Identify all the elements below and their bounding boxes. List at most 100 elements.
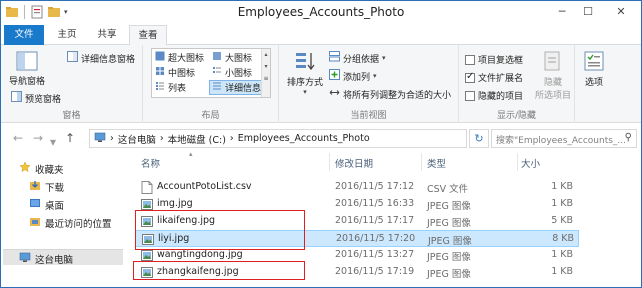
fit-columns-icon: [329, 87, 340, 101]
tab-file[interactable]: 文件: [4, 25, 44, 45]
hidden-items-toggle[interactable]: 隐藏的项目: [465, 89, 523, 102]
search-input[interactable]: 搜索"Employees_Accounts_... ⚲: [491, 129, 637, 148]
column-name[interactable]: 名称: [141, 156, 160, 170]
refresh-button[interactable]: ↻: [469, 129, 489, 148]
window-title: Employees_Accounts_Photo: [237, 5, 405, 19]
tab-view[interactable]: 查看: [129, 25, 167, 46]
sort-by-button[interactable]: 排序方式 ▾: [283, 49, 327, 96]
minimize-button[interactable]: ─: [549, 1, 575, 21]
nav-item-recent[interactable]: 最近访问的位置: [29, 215, 112, 230]
layout-gallery-scrollbar[interactable]: ▴ ▾ ≡: [261, 49, 270, 97]
column-date[interactable]: 修改日期: [335, 156, 373, 170]
table-row[interactable]: AccountPotoList.csv 2016/11/5 17:12 CSV …: [135, 179, 579, 196]
item-checkboxes-toggle[interactable]: 项目复选框: [465, 53, 523, 66]
file-size: 1 KB: [551, 181, 573, 192]
star-icon: [19, 161, 31, 176]
hide-button-label: 隐藏: [543, 78, 562, 88]
file-date: 2016/11/5 13:27: [335, 249, 415, 260]
up-button[interactable]: ↑: [65, 131, 75, 145]
sort-icon: [293, 49, 317, 73]
item-checkboxes-checkbox[interactable]: [465, 54, 475, 65]
ribbon: 导航窗格 预览窗格 详细信息窗格 窗格 布局 超大图标 大图标 中图标 小图标 …: [1, 45, 641, 123]
item-checkboxes-label: 项目复选框: [478, 56, 524, 66]
sort-by-label: 排序方式: [286, 78, 323, 88]
small-icons-icon: [212, 66, 222, 79]
layout-item-label: 详细信息: [225, 84, 262, 94]
nav-item-desktop[interactable]: 桌面: [29, 197, 64, 212]
fit-columns-label: 将所有列调整为合适的大小: [343, 90, 452, 101]
preview-pane-button[interactable]: 预览窗格: [11, 91, 61, 105]
recent-locations-chevron-icon[interactable]: ▾: [50, 135, 56, 149]
group-by-button[interactable]: 分组依据 ▾: [329, 51, 386, 65]
layout-details[interactable]: 详细信息: [209, 80, 265, 95]
file-list: ▴ 名称 修改日期 类型 大小 AccountPotoList.csv 2016…: [129, 150, 641, 287]
hidden-items-checkbox[interactable]: [465, 90, 475, 101]
options-icon: [582, 49, 606, 73]
options-button[interactable]: 选项: [579, 49, 609, 88]
highlight-box: [133, 261, 305, 280]
layout-large-icons[interactable]: 大图标: [212, 51, 252, 64]
layout-extra-large-icons[interactable]: 超大图标: [155, 51, 204, 64]
add-column-icon: [329, 69, 340, 83]
file-type: JPEG 图像: [427, 201, 471, 212]
file-type: JPEG 图像: [427, 218, 471, 229]
layout-medium-icons[interactable]: 中图标: [155, 66, 195, 79]
column-divider[interactable]: [517, 153, 518, 171]
file-size: 5 KB: [551, 215, 573, 226]
file-name: wangtingdong.jpg: [157, 249, 243, 260]
layout-gallery: 超大图标 大图标 中图标 小图标 列表 详细信息 ▴ ▾ ≡: [151, 48, 271, 98]
downloads-icon: [29, 179, 41, 194]
column-type[interactable]: 类型: [427, 156, 446, 170]
layout-small-icons[interactable]: 小图标: [212, 66, 252, 79]
panes-group: 导航窗格 预览窗格 详细信息窗格 窗格: [1, 45, 143, 123]
fit-columns-button[interactable]: 将所有列调整为合适的大小: [329, 87, 451, 101]
nav-item-label: 最近访问的位置: [45, 218, 112, 230]
current-view-group-label: 当前视图: [350, 111, 387, 121]
hide-button-sublabel: 所选项目: [534, 91, 571, 101]
add-column-button[interactable]: 添加列 ▾: [329, 69, 377, 83]
highlight-box: [135, 210, 305, 250]
file-extensions-toggle[interactable]: 文件扩展名: [465, 71, 523, 84]
search-icon: ⚲: [624, 132, 632, 143]
breadcrumb-separator-icon: ›: [110, 133, 114, 144]
column-divider[interactable]: [329, 153, 330, 171]
close-button[interactable]: ✕: [601, 1, 641, 21]
show-hide-group: 项目复选框 文件扩展名 隐藏的项目 隐藏 所选项目 显示/隐藏: [459, 45, 575, 123]
column-size[interactable]: 大小: [521, 156, 540, 170]
nav-favorites[interactable]: 收藏夹: [19, 161, 64, 176]
layout-list[interactable]: 列表: [155, 81, 186, 94]
maximize-button[interactable]: ☐: [575, 1, 601, 21]
nav-item-downloads[interactable]: 下载: [29, 179, 64, 194]
navigation-pane-icon: [15, 49, 39, 73]
file-type: JPEG 图像: [428, 236, 472, 247]
tab-home[interactable]: 主页: [49, 25, 85, 45]
forward-button[interactable]: →: [33, 131, 43, 145]
column-divider[interactable]: [421, 153, 422, 171]
options-label: 选项: [584, 78, 603, 88]
hide-selected-button[interactable]: 隐藏 所选项目: [533, 49, 573, 101]
file-size: 1 KB: [551, 198, 573, 209]
layout-item-label: 超大图标: [168, 54, 205, 64]
breadcrumb-local-disk[interactable]: 本地磁盘 (C:): [168, 132, 226, 146]
details-pane-button[interactable]: 详细信息窗格: [67, 51, 135, 65]
breadcrumb-separator-icon: ›: [229, 133, 234, 144]
tab-share[interactable]: 共享: [89, 25, 125, 45]
file-size: 1 KB: [551, 249, 573, 260]
details-pane-icon: [67, 51, 78, 65]
nav-pane-button[interactable]: 导航窗格: [7, 49, 47, 87]
breadcrumb-this-pc[interactable]: 这台电脑: [118, 132, 156, 146]
address-bar[interactable]: › 这台电脑 › 本地磁盘 (C:) › Employees_Accounts_…: [89, 129, 467, 148]
search-placeholder: 搜索"Employees_Accounts_...: [496, 136, 627, 146]
breadcrumb-current-folder[interactable]: Employees_Accounts_Photo: [238, 133, 370, 144]
file-size: 1 KB: [551, 266, 573, 277]
layout-item-label: 小图标: [225, 69, 253, 79]
file-type: CSV 文件: [427, 184, 469, 195]
file-size: 8 KB: [552, 233, 574, 244]
file-extensions-checkbox[interactable]: [465, 71, 475, 83]
ribbon-tabs: 文件 主页 共享 查看: [1, 25, 641, 46]
column-header: ▴ 名称 修改日期 类型 大小: [135, 150, 579, 171]
nav-this-pc[interactable]: 这台电脑: [19, 251, 73, 266]
back-button[interactable]: ←: [13, 131, 23, 145]
file-date: 2016/11/5 16:33: [335, 198, 415, 209]
layout-item-label: 列表: [168, 84, 187, 94]
